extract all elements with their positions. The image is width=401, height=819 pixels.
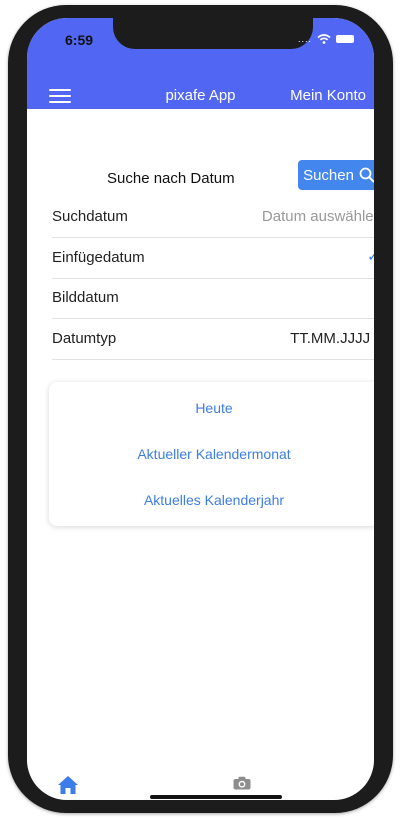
my-account-link[interactable]: Mein Konto bbox=[290, 87, 366, 104]
image-date-label: Bilddatum bbox=[52, 289, 119, 306]
search-button-label: Suchen bbox=[303, 166, 354, 184]
quick-date-options-card: Heute Aktueller Kalendermonat Aktuelles … bbox=[49, 382, 374, 526]
search-date-picker[interactable]: Datum auswählen bbox=[262, 208, 374, 225]
carrier-indicator: .... bbox=[297, 34, 312, 44]
phone-frame: 6:59 .... pixafe App Mein Konto Suche na… bbox=[8, 5, 393, 813]
date-type-label: Datumtyp bbox=[52, 330, 117, 347]
insert-date-row[interactable]: Einfügedatum ✓ bbox=[52, 238, 374, 279]
insert-date-label: Einfügedatum bbox=[52, 249, 145, 266]
search-button[interactable]: Suchen bbox=[298, 160, 374, 190]
date-type-value: TT.MM.JJJJ bbox=[290, 330, 371, 347]
current-year-option[interactable]: Aktuelles Kalenderjahr bbox=[49, 492, 374, 508]
search-by-date-title: Suche nach Datum bbox=[107, 170, 235, 187]
battery-icon bbox=[336, 35, 354, 43]
home-indicator[interactable] bbox=[150, 795, 282, 799]
search-date-label: Suchdatum bbox=[52, 208, 128, 225]
app-screen: 6:59 .... pixafe App Mein Konto Suche na… bbox=[27, 18, 374, 800]
status-time: 6:59 bbox=[65, 32, 94, 48]
current-month-option[interactable]: Aktueller Kalendermonat bbox=[49, 446, 374, 462]
status-icons: .... bbox=[298, 34, 354, 44]
device-notch bbox=[113, 18, 313, 49]
today-option[interactable]: Heute bbox=[49, 400, 374, 416]
wifi-icon bbox=[317, 34, 331, 44]
home-icon[interactable] bbox=[57, 775, 79, 795]
image-date-row[interactable]: Bilddatum bbox=[52, 278, 374, 319]
date-type-select[interactable]: TT.MM.JJJJ▼ bbox=[290, 330, 374, 347]
date-type-row[interactable]: Datumtyp TT.MM.JJJJ▼ bbox=[52, 319, 374, 360]
checkmark-icon: ✓ bbox=[367, 248, 374, 264]
dropdown-caret-icon: ▼ bbox=[373, 333, 374, 343]
search-date-row[interactable]: Suchdatum Datum auswählen bbox=[52, 197, 374, 238]
search-icon bbox=[359, 167, 374, 183]
camera-icon[interactable] bbox=[233, 776, 251, 790]
app-header: 6:59 .... pixafe App Mein Konto bbox=[27, 18, 374, 109]
